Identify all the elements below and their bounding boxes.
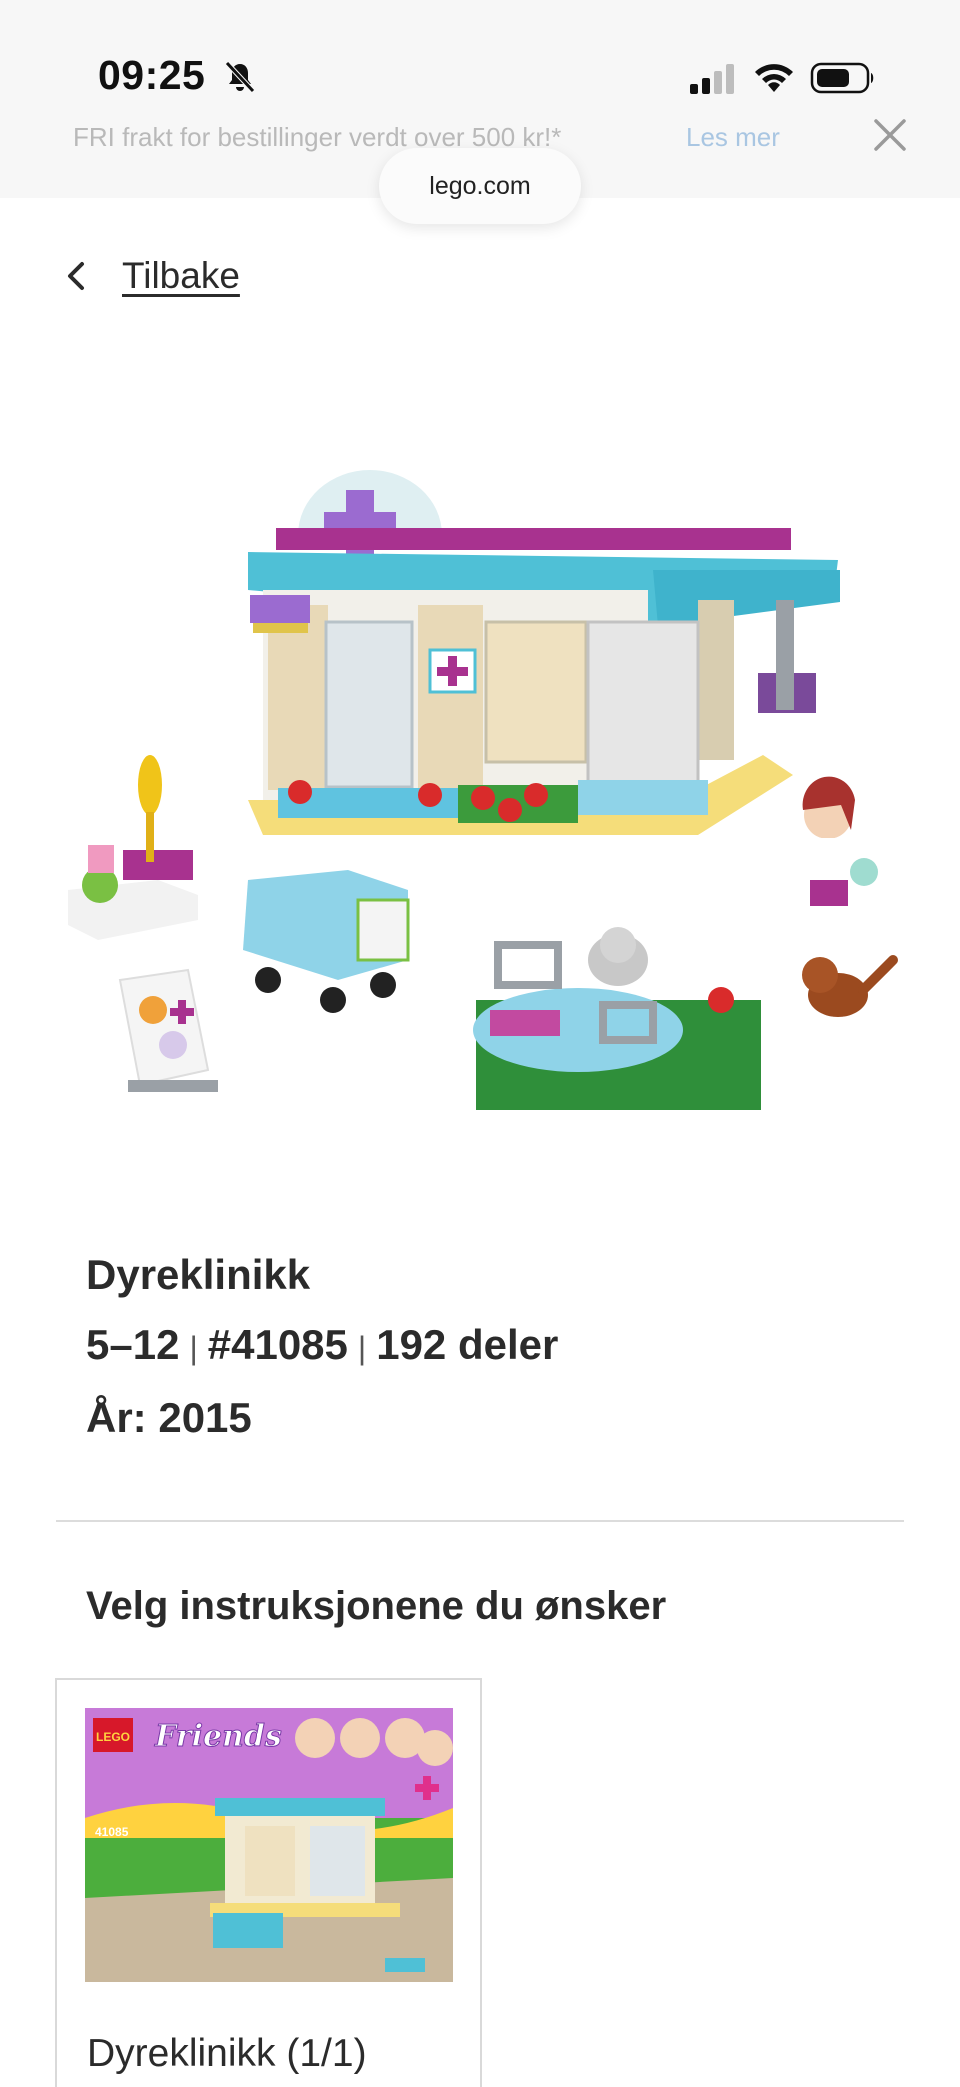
product-age: 5–12 [86, 1321, 180, 1368]
product-details: Dyreklinikk 5–12 | #41085 | 192 deler År: 20… [86, 1240, 558, 1453]
instruction-cover-image: LEGO Friends 41085 [85, 1708, 453, 1982]
back-label: Tilbake [122, 255, 240, 296]
battery-icon [810, 62, 874, 94]
bell-slash-icon [225, 61, 255, 93]
cellular-signal-icon [690, 64, 734, 94]
instruction-card[interactable]: LEGO Friends 41085 Dyreklinikk (1/1) [55, 1678, 482, 2087]
wifi-icon [755, 64, 793, 92]
cover-number: 41085 [95, 1825, 129, 1839]
instruction-card-label: Dyreklinikk (1/1) [87, 2032, 367, 2075]
status-bar: 09:25 [0, 0, 960, 120]
promo-read-more-link[interactable]: Les mer [686, 122, 780, 153]
browser-url-pill[interactable]: lego.com [379, 148, 581, 224]
back-link[interactable]: Tilbake [62, 255, 240, 297]
product-name: Dyreklinikk [86, 1251, 311, 1298]
product-year: År: 2015 [86, 1394, 252, 1441]
cover-brand: LEGO [96, 1730, 130, 1744]
cover-theme: Friends [154, 1719, 282, 1754]
status-time: 09:25 [98, 52, 206, 98]
section-divider [56, 1520, 904, 1522]
product-meta: 5–12 | #41085 | 192 deler [86, 1310, 558, 1383]
meta-separator: | [357, 1330, 367, 1366]
instructions-title: Velg instruksjonene du ønsker [86, 1584, 667, 1628]
product-set-number: #41085 [207, 1321, 348, 1368]
product-pieces: 192 deler [376, 1321, 559, 1368]
chevron-left-icon [68, 262, 84, 290]
product-image [68, 470, 898, 1110]
meta-separator: | [189, 1330, 198, 1366]
close-icon[interactable] [872, 117, 908, 153]
